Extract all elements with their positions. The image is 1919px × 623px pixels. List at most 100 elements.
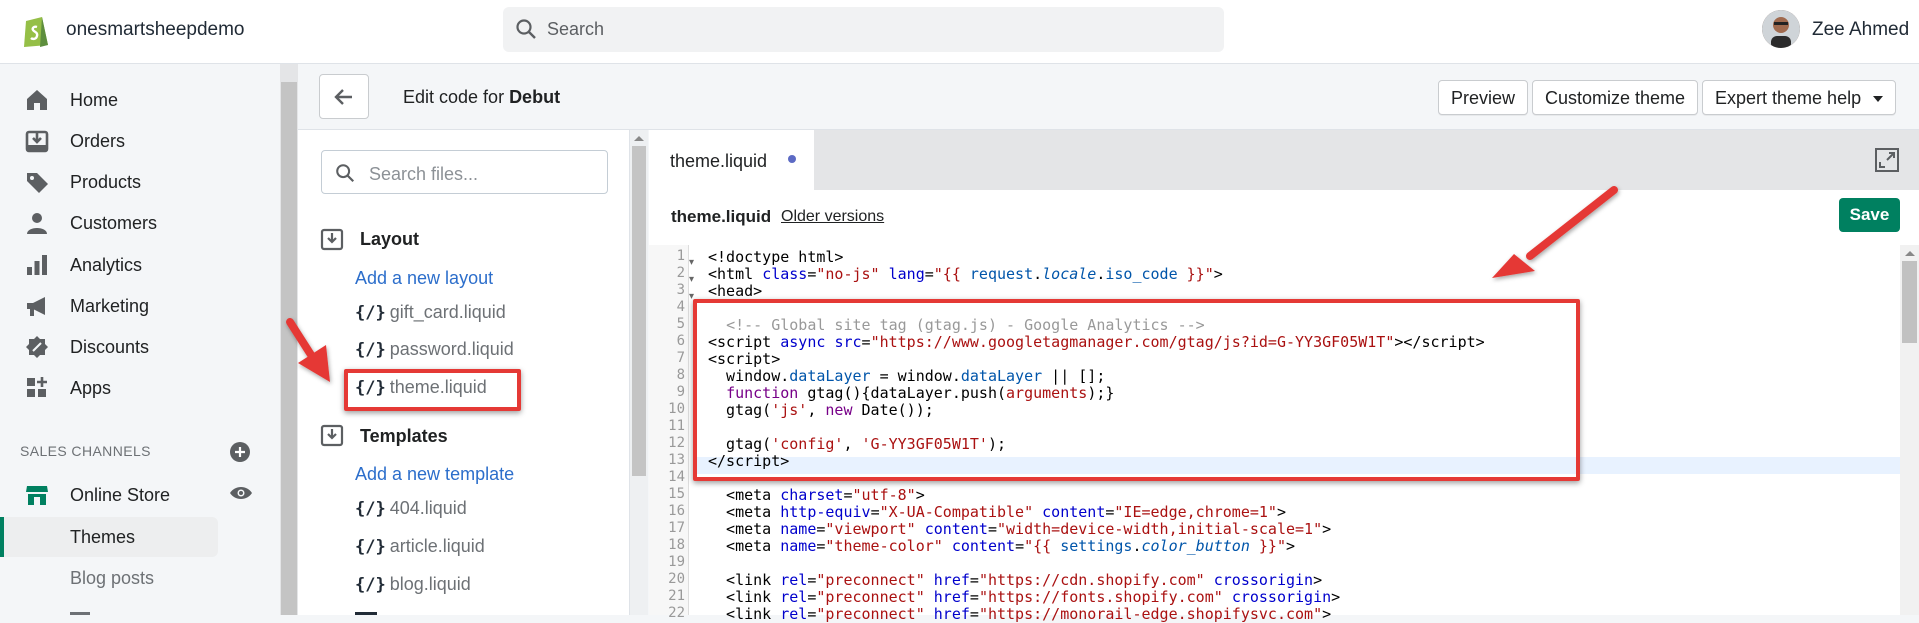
file-article[interactable]: {/} article.liquid <box>355 536 485 557</box>
fold-arrow-icon[interactable]: ▾ <box>689 274 694 285</box>
line-number: 3 <box>676 282 685 298</box>
code-line: <link rel="preconnect" href="https://fon… <box>708 588 1341 606</box>
layout-heading[interactable]: Layout <box>360 229 419 250</box>
user-name[interactable]: Zee Ahmed <box>1812 19 1909 41</box>
line-number: 4 <box>676 299 685 315</box>
editor-tab-bar <box>649 130 1919 190</box>
sidebar-item-label: Apps <box>70 378 112 398</box>
liquid-file-icon: {/} <box>355 537 386 557</box>
shopify-logo-icon[interactable] <box>20 13 52 49</box>
add-layout-link[interactable]: Add a new layout <box>355 268 493 289</box>
sidebar-item-marketing[interactable]: Marketing <box>0 287 280 327</box>
save-button[interactable]: Save <box>1839 198 1900 232</box>
apps-icon <box>27 377 47 397</box>
fold-arrow-icon[interactable]: ▾ <box>689 257 694 268</box>
sidebar-item-home[interactable]: Home <box>0 81 280 121</box>
expand-icon[interactable] <box>1874 147 1900 173</box>
sidebar-item-customers[interactable]: Customers <box>0 204 280 244</box>
line-number: 8 <box>676 367 685 383</box>
line-number: 14 <box>668 469 685 485</box>
liquid-file-icon: {/} <box>355 499 386 519</box>
customize-theme-button[interactable]: Customize theme <box>1532 80 1699 115</box>
preview-button[interactable]: Preview <box>1438 80 1529 115</box>
liquid-file-icon: {/} <box>355 340 386 360</box>
expert-help-label: Expert theme help <box>1715 88 1862 108</box>
editor-scrollbar[interactable] <box>1900 245 1919 615</box>
sales-channels-heading: SALES CHANNELS <box>20 443 151 459</box>
folder-download-icon <box>320 424 344 447</box>
file-label: 404.liquid <box>389 498 467 518</box>
sidebar-item-orders[interactable]: Orders <box>0 122 280 162</box>
file-name: theme.liquid <box>671 207 772 226</box>
templates-heading[interactable]: Templates <box>360 426 448 447</box>
line-number: 16 <box>668 503 685 519</box>
add-channel-icon[interactable] <box>229 441 251 463</box>
line-number: 18 <box>668 537 685 553</box>
scroll-up-icon[interactable] <box>634 134 644 144</box>
line-number: 17 <box>668 520 685 536</box>
search-input[interactable] <box>503 7 1224 52</box>
search-files-placeholder: Search files... <box>369 164 479 184</box>
code-line: <meta charset="utf-8"> <box>708 486 925 504</box>
file-blog[interactable]: {/} blog.liquid <box>355 574 471 595</box>
code-line: <meta name="viewport" content="width=dev… <box>708 520 1332 538</box>
sidebar-scrollbar[interactable] <box>280 64 298 615</box>
sidebar-item-label: Online Store <box>70 485 171 505</box>
line-number: 10 <box>668 401 685 417</box>
page-title-prefix: Edit code for <box>403 87 510 107</box>
file-label: article.liquid <box>389 536 485 556</box>
add-template-link[interactable]: Add a new template <box>355 464 514 485</box>
line-number: 13 <box>668 452 685 468</box>
code-line: <!doctype html> <box>708 248 844 266</box>
file-label: gift_card.liquid <box>389 302 506 322</box>
discount-icon <box>26 336 48 358</box>
sidebar-item-themes[interactable]: Themes <box>70 527 135 548</box>
search-icon <box>336 164 355 183</box>
bar-chart-icon <box>27 255 47 275</box>
tab-label: theme.liquid <box>670 151 768 171</box>
sidebar-item-label: Orders <box>70 131 126 151</box>
file-list-scrollbar[interactable] <box>630 130 648 615</box>
folder-download-icon <box>320 228 344 251</box>
sidebar-item-products[interactable]: Products <box>0 163 280 203</box>
sidebar-item-discounts[interactable]: Discounts <box>0 328 280 368</box>
expert-help-button[interactable]: Expert theme help <box>1702 80 1897 115</box>
scroll-up-icon[interactable] <box>1905 249 1915 259</box>
liquid-file-icon: {/} <box>355 303 386 323</box>
avatar[interactable] <box>1762 10 1800 48</box>
liquid-file-icon: {/} <box>355 575 386 595</box>
code-line: <meta http-equiv="X-UA-Compatible" conte… <box>708 503 1286 521</box>
highlight-box-gtag-code <box>693 299 1580 481</box>
file-404[interactable]: {/} 404.liquid <box>355 498 467 519</box>
line-number: 22 <box>668 605 685 621</box>
older-versions-link[interactable]: Older versions <box>781 208 884 226</box>
theme-name: Debut <box>509 87 561 107</box>
sidebar-item-label: Analytics <box>70 255 143 275</box>
line-number: 15 <box>668 486 685 502</box>
code-line: <link rel="preconnect" href="https://mon… <box>708 605 1332 623</box>
file-cutoff <box>355 608 381 615</box>
caret-down-icon <box>1873 96 1884 102</box>
highlight-box-theme-file <box>344 369 521 411</box>
sidebar-item-apps[interactable]: Apps <box>0 369 280 409</box>
page-title: Edit code for Debut <box>403 87 560 108</box>
line-number: 6 <box>676 333 685 349</box>
code-line: <link rel="preconnect" href="https://cdn… <box>708 571 1323 589</box>
active-indicator <box>0 517 4 557</box>
back-button[interactable] <box>319 74 369 119</box>
file-password[interactable]: {/} password.liquid <box>355 339 514 360</box>
megaphone-icon <box>27 297 45 316</box>
line-number: 9 <box>676 384 685 400</box>
line-number: 12 <box>668 435 685 451</box>
code-line: <head> <box>708 282 763 300</box>
line-number: 7 <box>676 350 685 366</box>
line-number: 20 <box>668 571 685 587</box>
sidebar-item-analytics[interactable]: Analytics <box>0 246 280 286</box>
sidebar-item-label: Products <box>70 172 142 192</box>
store-name[interactable]: onesmartsheepdemo <box>66 19 245 41</box>
person-icon <box>27 213 47 234</box>
sidebar-item-blog-posts[interactable]: Blog posts <box>70 568 154 589</box>
tag-icon <box>27 173 48 193</box>
file-gift-card[interactable]: {/} gift_card.liquid <box>355 302 506 323</box>
eye-icon[interactable] <box>229 483 253 503</box>
